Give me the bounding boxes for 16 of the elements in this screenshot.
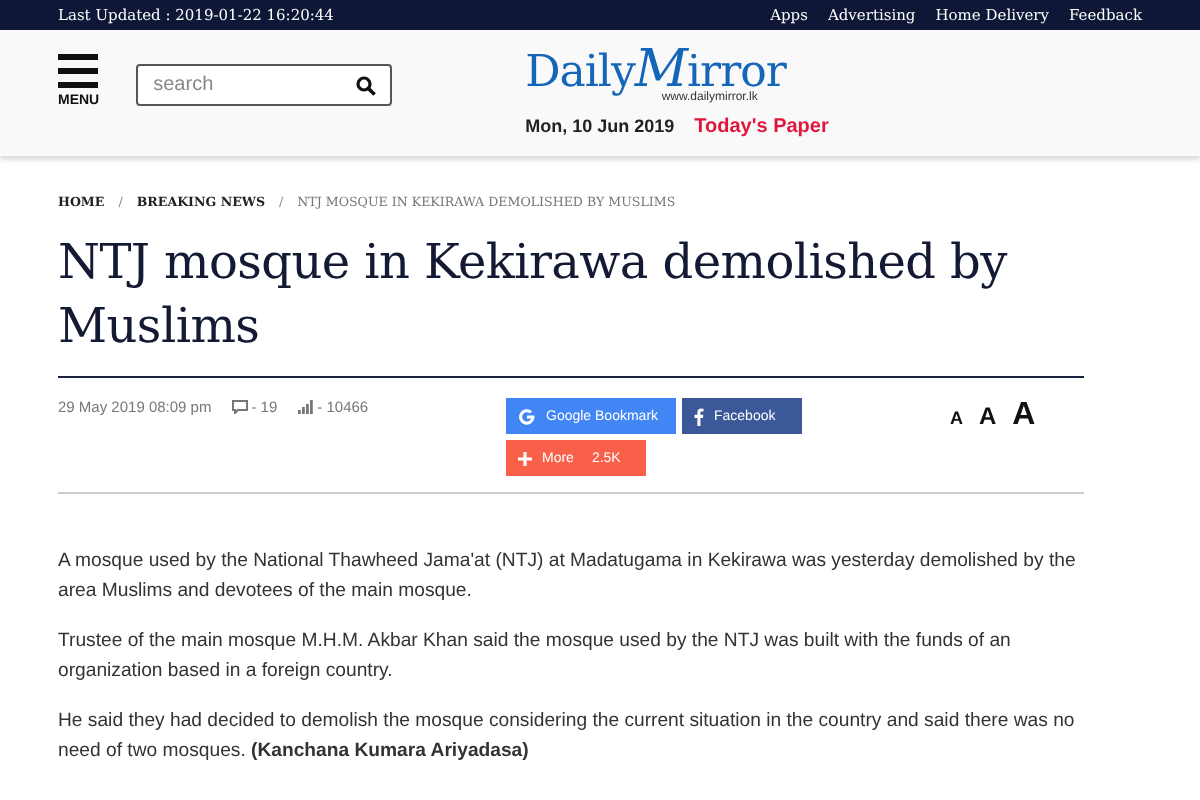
search-field[interactable]: search: [135, 64, 392, 106]
font-size-button[interactable]: A: [1012, 398, 1036, 434]
font-size-button[interactable]: A: [950, 408, 963, 428]
font-size-button[interactable]: A: [979, 402, 997, 430]
facebook-icon: [694, 407, 704, 425]
google-icon: [518, 407, 536, 425]
article-paragraph: He said they had decided to demolish the mosque considering the current situation in the country and said there was no need of two mosques. (Kanchana Kumara Ariyadasa): [58, 708, 1077, 766]
signal-icon: [297, 400, 314, 414]
article-paragraph: A mosque used by the National Thawheed Jama'at (NTJ) at Madatugama in Kekirawa was yesterday demolished by the area Muslims and devotees of the main mosque.: [58, 548, 1078, 606]
comment-icon: [231, 400, 248, 414]
search-icon[interactable]: [355, 75, 376, 95]
article-title: NTJ mosque in Kekirawa demolished by Muslims: [58, 232, 1010, 358]
article-paragraph: Trustee of the main mosque M.H.M. Akbar Khan said the mosque used by the NTJ was built with the funds of an organization based in a foreign country.: [58, 628, 1013, 686]
current-date: Mon, 10 Jun 2019: [525, 116, 675, 136]
todays-paper-link[interactable]: Today's Paper: [694, 116, 829, 138]
plus-icon: [518, 451, 532, 465]
